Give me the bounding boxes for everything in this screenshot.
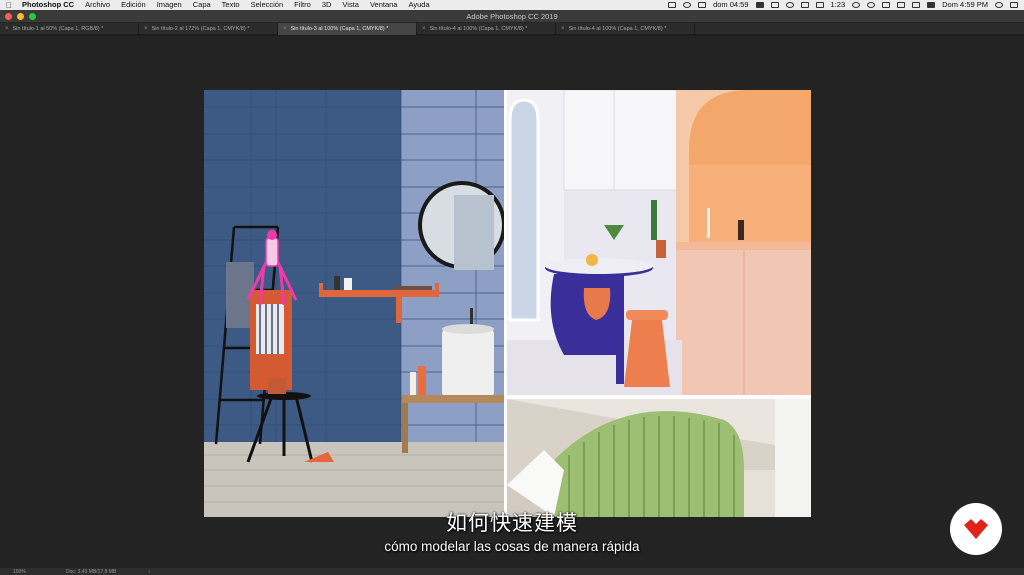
tab-label: Sin título-4 al 100% (Capa 1, CMYK/8) * xyxy=(568,26,667,32)
document-canvas[interactable] xyxy=(204,90,811,517)
window-titlebar: Adobe Photoshop CC 2019 xyxy=(0,10,1024,23)
menu-imagen[interactable]: Imagen xyxy=(157,0,182,10)
subtitle-spanish: cómo modelar las cosas de manera rápida xyxy=(384,539,640,554)
tab-label: Sin título-1 al 50% (Capa 1, RGB/8) * xyxy=(12,26,104,32)
menu-extra-icon[interactable] xyxy=(1010,2,1018,8)
close-tab-icon[interactable]: × xyxy=(144,26,148,32)
canvas-workspace[interactable] xyxy=(0,36,1024,568)
green-wall-photo xyxy=(507,399,811,517)
bluetooth-icon[interactable] xyxy=(882,2,891,8)
wifi-icon[interactable] xyxy=(897,2,906,8)
dropbox-icon[interactable] xyxy=(698,2,707,8)
cpu-meter-icon[interactable] xyxy=(800,2,809,8)
menu-capa[interactable]: Capa xyxy=(193,0,211,10)
menu-vista[interactable]: Vista xyxy=(342,0,359,10)
battery-level-icon[interactable] xyxy=(927,2,936,8)
record-icon[interactable] xyxy=(668,2,677,8)
menu-app-name[interactable]: Photoshop CC xyxy=(22,0,74,10)
display-icon[interactable] xyxy=(770,2,779,8)
shield-icon[interactable] xyxy=(785,2,794,8)
menu-edicion[interactable]: Edición xyxy=(121,0,146,10)
document-tab-3-active[interactable]: × Sin título-3 al 100% (Capa 1, CMYK/8) … xyxy=(278,23,417,35)
battery-icon[interactable] xyxy=(815,2,824,8)
document-tab-2[interactable]: × Sin título-2 al 172% (Capa 1, CMYK/8) … xyxy=(139,23,278,35)
bathroom-photo xyxy=(204,90,506,517)
menu-ventana[interactable]: Ventana xyxy=(370,0,398,10)
menu-filtro[interactable]: Filtro xyxy=(294,0,311,10)
status-time-left: dom 04:59 xyxy=(713,0,749,9)
domestika-logo-icon xyxy=(964,519,988,539)
volume-icon[interactable] xyxy=(912,2,921,8)
sync-icon[interactable] xyxy=(683,2,692,8)
collage-artwork xyxy=(204,90,811,517)
document-tab-5[interactable]: × Sin título-4 al 100% (Capa 1, CMYK/8) … xyxy=(556,23,695,35)
menu-archivo[interactable]: Archivo xyxy=(85,0,110,10)
search-icon[interactable] xyxy=(852,2,861,8)
close-tab-icon[interactable]: × xyxy=(283,26,287,32)
document-statusbar: 100% Doc: 3,43 MB/17,8 MB › xyxy=(0,568,1024,575)
kitchen-photo xyxy=(507,90,811,395)
tab-label: Sin título-4 al 100% (Capa 1, CMYK/8) * xyxy=(429,26,528,32)
apple-icon[interactable]:  xyxy=(6,1,16,10)
document-tabs: × Sin título-1 al 50% (Capa 1, RGB/8) * … xyxy=(0,23,1024,35)
menu-3d[interactable]: 3D xyxy=(322,0,332,10)
document-size: Doc: 3,43 MB/17,8 MB xyxy=(66,568,117,575)
close-tab-icon[interactable]: × xyxy=(422,26,426,32)
notification-center-icon[interactable] xyxy=(995,2,1003,8)
channel-logo xyxy=(950,503,1002,555)
tab-label: Sin título-2 al 172% (Capa 1, CMYK/8) * xyxy=(151,26,250,32)
window-title: Adobe Photoshop CC 2019 xyxy=(466,12,558,21)
document-tab-1[interactable]: × Sin título-1 al 50% (Capa 1, RGB/8) * xyxy=(0,23,139,35)
close-tab-icon[interactable]: × xyxy=(5,26,9,32)
siri-icon[interactable] xyxy=(867,2,876,8)
menu-ayuda[interactable]: Ayuda xyxy=(408,0,429,10)
mac-menubar:  Photoshop CC Archivo Edición Imagen Ca… xyxy=(0,0,1024,10)
menu-texto[interactable]: Texto xyxy=(222,0,240,10)
close-tab-icon[interactable]: × xyxy=(561,26,565,32)
subtitle-chinese: 如何快速建模 xyxy=(446,511,578,535)
status-menu-arrow-icon[interactable]: › xyxy=(148,569,150,575)
document-tab-4[interactable]: × Sin título-4 al 100% (Capa 1, CMYK/8) … xyxy=(417,23,556,35)
tab-label: Sin título-3 al 100% (Capa 1, CMYK/8) * xyxy=(290,26,389,32)
monitor-icon[interactable] xyxy=(755,2,764,8)
zoom-level[interactable]: 100% xyxy=(13,569,43,575)
menubar-status-area: dom 04:59 1:23 Dom 4:59 PM xyxy=(668,0,1018,10)
menu-seleccion[interactable]: Selección xyxy=(251,0,284,10)
battery-time: 1:23 xyxy=(830,0,846,9)
menubar-clock[interactable]: Dom 4:59 PM xyxy=(942,0,988,10)
